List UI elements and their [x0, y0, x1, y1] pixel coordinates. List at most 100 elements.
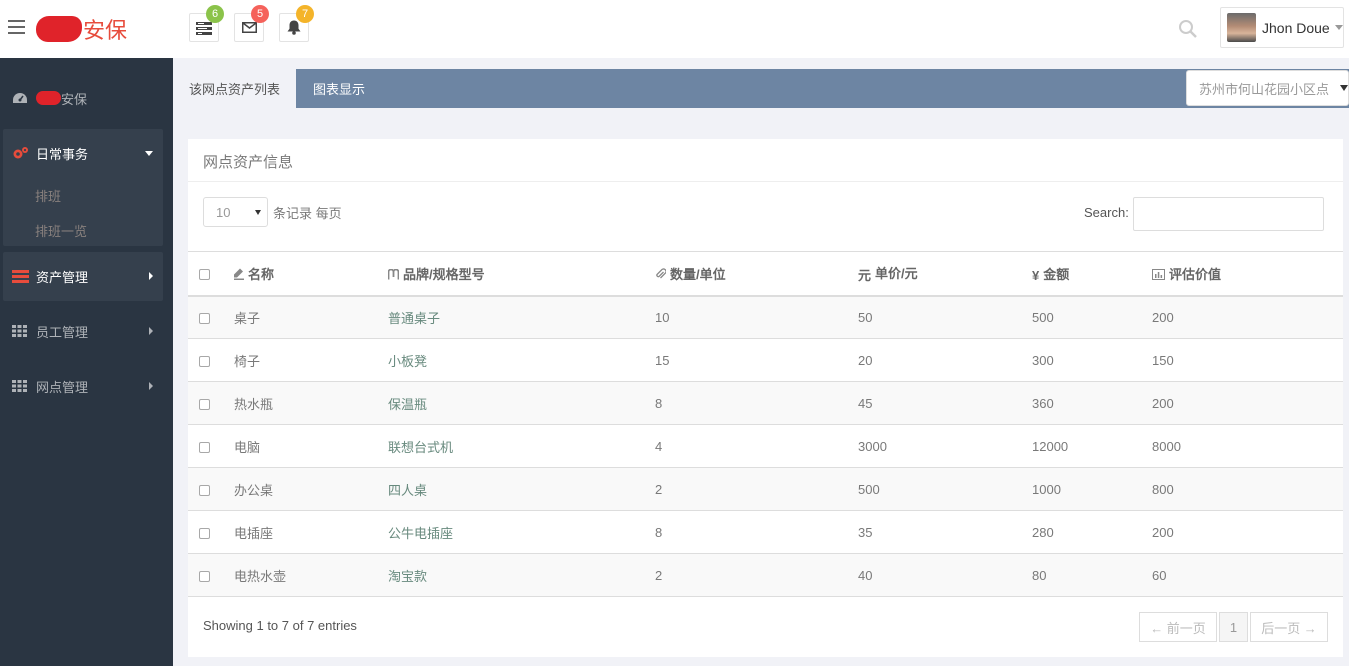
row-checkbox[interactable]	[199, 312, 210, 324]
menu-toggle-icon[interactable]	[8, 20, 25, 34]
next-page-button[interactable]: 后一页 →	[1250, 612, 1328, 642]
notifications-badge: 7	[296, 5, 314, 23]
sidebar-item-sites[interactable]: 网点管理	[0, 366, 173, 406]
row-select-cell	[188, 295, 234, 339]
chevron-down-icon	[255, 210, 261, 215]
row-select-cell	[188, 553, 234, 597]
paperclip-icon	[655, 268, 667, 283]
table-row[interactable]: 椅子 小板凳 15 20 300 150	[188, 338, 1343, 382]
row-checkbox[interactable]	[199, 570, 210, 582]
site-select[interactable]: 苏州市何山花园小区点	[1186, 70, 1349, 106]
sidebar-item-dashboard[interactable]: 安保	[0, 78, 173, 118]
cell-value: 200	[1152, 295, 1343, 339]
sidebar-item-daily[interactable]: 日常事务	[0, 133, 173, 173]
cell-amount: 80	[1032, 553, 1152, 597]
brand-icon	[387, 268, 400, 283]
cell-quantity: 8	[655, 510, 858, 554]
asset-panel: 网点资产信息 10 条记录 每页 Search: 名称 品牌/规格型号 数量/单…	[188, 139, 1343, 657]
sidebar-sub-schedule[interactable]: 排班	[35, 186, 61, 205]
logo[interactable]: 安保	[36, 14, 127, 44]
cell-unit-price: 35	[858, 510, 1032, 554]
tasks-button[interactable]: 6	[189, 5, 224, 42]
sidebar-sub-schedule-overview[interactable]: 排班一览	[35, 221, 87, 240]
cell-quantity: 8	[655, 381, 858, 425]
select-all-checkbox[interactable]	[199, 268, 210, 280]
name-icon	[234, 268, 244, 283]
cell-quantity: 2	[655, 467, 858, 511]
sidebar-item-assets[interactable]: 资产管理	[0, 256, 173, 296]
panel-title: 网点资产信息	[203, 154, 294, 171]
row-checkbox[interactable]	[199, 527, 210, 539]
tab-asset-list[interactable]: 该网点资产列表	[173, 69, 296, 108]
column-header-value[interactable]: 评估价值	[1152, 251, 1343, 297]
cell-value: 800	[1152, 467, 1343, 511]
cell-name: 椅子	[234, 338, 388, 382]
search-input[interactable]	[1133, 197, 1324, 231]
tab-bar: 该网点资产列表 图表显示	[173, 69, 1349, 108]
column-header-unit-price[interactable]: 元单价/元	[858, 251, 1032, 297]
sidebar-item-staff[interactable]: 员工管理	[0, 311, 173, 351]
cell-value: 200	[1152, 510, 1343, 554]
grid-icon	[12, 325, 30, 337]
column-header-name[interactable]: 名称	[234, 251, 388, 297]
cell-quantity: 2	[655, 553, 858, 597]
row-checkbox[interactable]	[199, 355, 210, 367]
column-header-brand[interactable]: 品牌/规格型号	[387, 251, 655, 297]
prev-page-button[interactable]: ← 前一页	[1139, 612, 1217, 642]
cell-value: 200	[1152, 381, 1343, 425]
column-header-amount[interactable]: ¥ 金额	[1032, 251, 1152, 297]
row-select-cell	[188, 424, 234, 468]
dashboard-icon	[12, 92, 30, 104]
row-checkbox[interactable]	[199, 398, 210, 410]
table-row[interactable]: 办公桌 四人桌 2 500 1000 800	[188, 467, 1343, 511]
cell-unit-price: 50	[858, 295, 1032, 339]
cell-name: 电脑	[234, 424, 388, 468]
user-menu[interactable]: Jhon Doue	[1220, 7, 1344, 48]
cell-amount: 12000	[1032, 424, 1152, 468]
table-row[interactable]: 桌子 普通桌子 10 50 500 200	[188, 295, 1343, 339]
table-row[interactable]: 电插座 公牛电插座 8 35 280 200	[188, 510, 1343, 554]
redacted-mark	[36, 91, 61, 105]
assets-icon	[12, 269, 30, 283]
tasks-icon	[196, 21, 212, 35]
table-body: 桌子 普通桌子 10 50 500 200 椅子 小板凳 15 20 300 150 热水瓶 保温瓶 8 45…	[188, 295, 1343, 597]
cell-amount: 280	[1032, 510, 1152, 554]
search-label: Search:	[1084, 205, 1129, 220]
row-checkbox[interactable]	[199, 484, 210, 496]
cell-name: 办公桌	[234, 467, 388, 511]
cell-brand: 普通桌子	[388, 295, 655, 339]
row-checkbox[interactable]	[199, 441, 210, 453]
asset-table: 名称 品牌/规格型号 数量/单位 元单价/元 ¥ 金额 评估价值 桌子普通桌子 …	[188, 251, 1343, 597]
tab-chart-view[interactable]: 图表显示	[313, 69, 365, 108]
bar-chart-icon	[1152, 268, 1165, 283]
cell-value: 150	[1152, 338, 1343, 382]
notifications-button[interactable]: 7	[279, 5, 314, 42]
cell-amount: 360	[1032, 381, 1152, 425]
column-header-quantity[interactable]: 数量/单位	[655, 251, 858, 297]
search-icon[interactable]	[1178, 19, 1198, 42]
row-select-cell	[188, 467, 234, 511]
sidebar-item-label: 安保	[61, 91, 88, 107]
cell-value: 60	[1152, 553, 1343, 597]
chevron-right-icon	[149, 327, 153, 335]
cell-amount: 1000	[1032, 467, 1152, 511]
table-row[interactable]: 电热水壶 淘宝款 2 40 80 60	[188, 553, 1343, 597]
sidebar-item-label: 资产管理	[36, 269, 89, 285]
page-button-current[interactable]: 1	[1219, 612, 1248, 642]
cell-unit-price: 40	[858, 553, 1032, 597]
cell-value: 8000	[1152, 424, 1343, 468]
messages-badge: 5	[251, 5, 269, 23]
row-select-cell	[188, 338, 234, 382]
messages-button[interactable]: 5	[234, 5, 269, 42]
cell-unit-price: 500	[858, 467, 1032, 511]
cell-brand: 淘宝款	[388, 553, 655, 597]
chevron-right-icon	[149, 382, 153, 390]
table-row[interactable]: 热水瓶 保温瓶 8 45 360 200	[188, 381, 1343, 425]
cell-name: 热水瓶	[234, 381, 388, 425]
logo-text: 安保	[83, 19, 128, 44]
cell-name: 电插座	[234, 510, 388, 554]
page-length-select[interactable]: 10	[203, 197, 268, 227]
envelope-icon	[241, 22, 257, 33]
table-row[interactable]: 电脑 联想台式机 4 3000 12000 8000	[188, 424, 1343, 468]
cell-amount: 300	[1032, 338, 1152, 382]
